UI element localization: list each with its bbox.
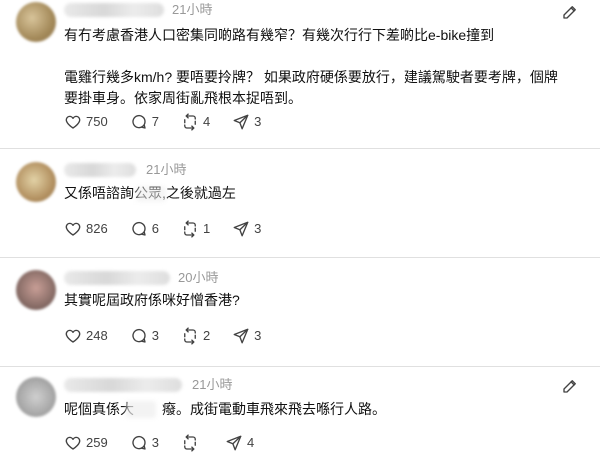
username-redacted[interactable] (64, 163, 136, 177)
more-icon (563, 380, 576, 393)
more-icon (563, 6, 576, 19)
repost-icon (184, 113, 196, 131)
post-text-line (64, 46, 560, 67)
like-count: 248 (86, 328, 108, 343)
share-button[interactable]: 3 (228, 110, 265, 134)
comment-icon (132, 114, 146, 129)
more-button[interactable] (556, 2, 584, 22)
action-bar: 248 3 2 3 (60, 324, 279, 348)
username-redacted[interactable] (64, 3, 164, 17)
repost-count: 1 (202, 221, 211, 236)
reply-count: 3 (151, 328, 159, 343)
username-redacted[interactable] (64, 378, 182, 392)
like-button[interactable]: 259 (60, 431, 112, 455)
share-icon (233, 328, 249, 344)
avatar[interactable] (16, 162, 56, 202)
share-button[interactable]: 3 (228, 217, 265, 241)
share-icon (233, 114, 249, 130)
action-bar: 259 3 4 (60, 431, 272, 455)
heart-icon (65, 436, 81, 450)
repost-icon (184, 327, 196, 345)
more-button[interactable] (556, 376, 584, 396)
repost-count: 2 (202, 328, 211, 343)
repost-button[interactable]: 2 (177, 324, 214, 348)
post-3: 20小時 其實呢屆政府係咪好憎香港? 248 3 2 3 (0, 258, 600, 366)
like-count: 826 (86, 221, 108, 236)
repost-button[interactable]: 1 (177, 217, 214, 241)
heart-icon (65, 329, 81, 343)
repost-button[interactable]: 4 (177, 110, 214, 134)
repost-count: 4 (202, 114, 211, 129)
action-bar: 826 6 1 3 (60, 217, 279, 241)
action-bar: 750 7 4 3 (60, 110, 279, 134)
like-button[interactable]: 826 (60, 217, 112, 241)
share-count: 4 (246, 435, 255, 450)
avatar[interactable] (16, 377, 56, 417)
timestamp: 20小時 (178, 270, 219, 285)
like-count: 259 (86, 435, 108, 450)
like-button[interactable]: 750 (60, 110, 112, 134)
repost-icon (184, 220, 196, 238)
heart-icon (65, 222, 81, 236)
avatar[interactable] (16, 270, 56, 310)
timestamp: 21小時 (192, 377, 233, 392)
post-text: 有冇考慮香港人口密集同啲路有幾窄？有幾次行行下差啲比e-bike撞到 電雞行幾多… (64, 25, 560, 109)
post-text-line: 有冇考慮香港人口密集同啲路有幾窄？有幾次行行下差啲比e-bike撞到 (64, 27, 495, 43)
share-count: 3 (254, 114, 262, 129)
reply-count: 7 (151, 114, 159, 129)
reply-button[interactable]: 6 (126, 217, 163, 241)
share-button[interactable]: 3 (228, 324, 265, 348)
reply-button[interactable]: 3 (126, 324, 163, 348)
post-1: 21小時 有冇考慮香港人口密集同啲路有幾窄？有幾次行行下差啲比e-bike撞到 … (0, 0, 600, 148)
timestamp: 21小時 (172, 2, 213, 17)
share-button[interactable]: 4 (221, 431, 258, 455)
repost-icon (184, 434, 196, 452)
comment-icon (132, 435, 146, 450)
comment-icon (132, 221, 146, 236)
like-count: 750 (86, 114, 108, 129)
avatar[interactable] (16, 2, 56, 42)
like-button[interactable]: 248 (60, 324, 112, 348)
reply-count: 3 (151, 435, 159, 450)
reply-button[interactable]: 7 (126, 110, 163, 134)
username-redacted[interactable] (64, 271, 170, 285)
post-text-line: 其實呢屆政府係咪好憎香港? (64, 292, 240, 308)
heart-icon (65, 115, 81, 129)
repost-button[interactable] (177, 431, 207, 455)
timestamp: 21小時 (146, 162, 187, 177)
post-text-line: 電雞行幾多km/h? 要唔要拎牌？ 如果政府硬係要放行，建議駕駛者要考牌，個牌 (64, 69, 558, 85)
share-icon (226, 435, 242, 451)
redaction-blur (126, 401, 156, 418)
share-count: 3 (254, 328, 262, 343)
post-text-line: 要掛車身。依家周街亂飛根本捉唔到。 (64, 90, 302, 106)
post-4: 21小時 呢個真係大 癈。成街電動車飛來飛去喺行人路。 259 3 4 (0, 367, 600, 463)
reply-button[interactable]: 3 (126, 431, 163, 455)
comment-icon (132, 328, 146, 343)
share-icon (233, 221, 249, 237)
post-text: 其實呢屆政府係咪好憎香港? (64, 290, 560, 311)
redaction-blur (136, 186, 166, 202)
reply-count: 6 (151, 221, 159, 236)
share-count: 3 (254, 221, 262, 236)
post-2: 21小時 又係唔諮詢公眾,之後就過左 826 6 1 3 (0, 149, 600, 257)
